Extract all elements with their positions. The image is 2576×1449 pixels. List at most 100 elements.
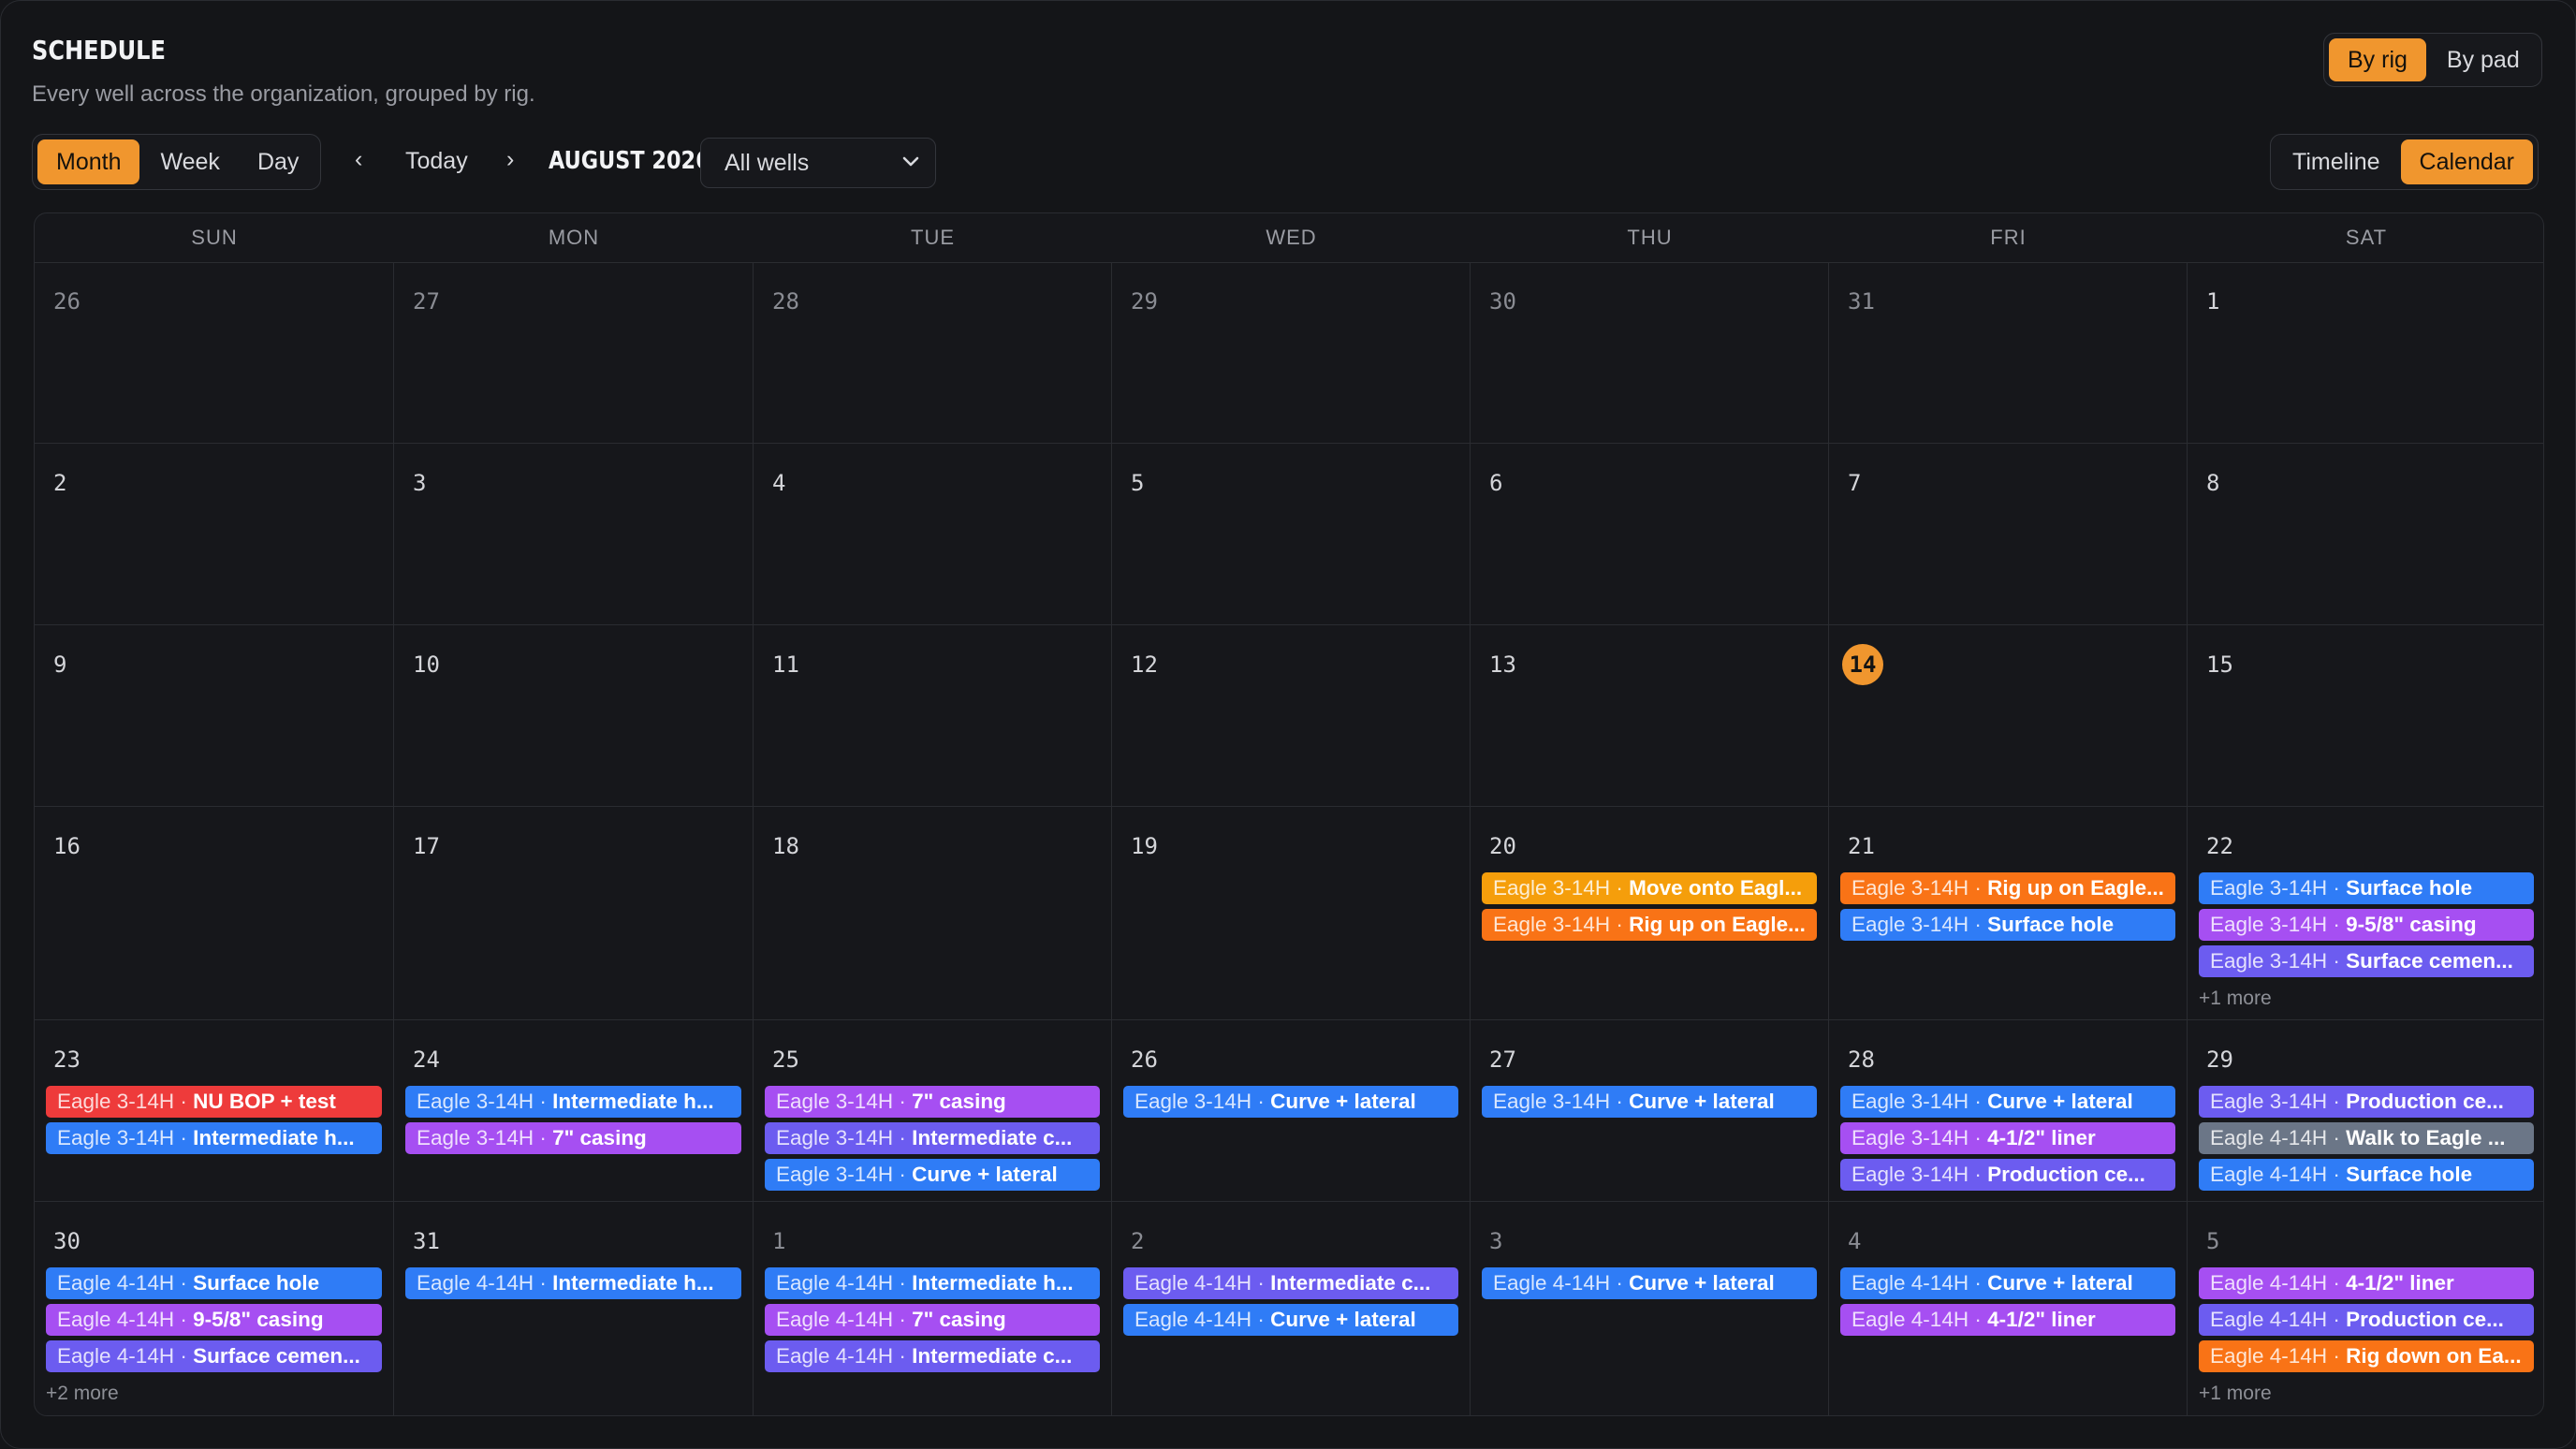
event-chip[interactable]: Eagle 4-14H · Surface hole <box>2199 1159 2534 1191</box>
day-cell[interactable]: 23 Eagle 3-14H · NU BOP + test Eagle 3-14H… <box>35 1020 394 1202</box>
event-chip[interactable]: Eagle 4-14H · Intermediate c... <box>765 1340 1100 1372</box>
day-cell[interactable]: 10 <box>394 625 754 807</box>
event-chip[interactable]: Eagle 3-14H · Rig up on Eagle... <box>1482 909 1817 941</box>
day-cell[interactable]: 24 Eagle 3-14H · Intermediate h... Eagle 3… <box>394 1020 754 1202</box>
day-cell[interactable]: 15 <box>2188 625 2543 807</box>
event-chip[interactable]: Eagle 3-14H · Move onto Eagl... <box>1482 872 1817 904</box>
event-chip[interactable]: Eagle 4-14H · Surface hole <box>46 1267 382 1299</box>
day-cell[interactable]: 28 <box>754 262 1112 444</box>
week-view-button[interactable]: Week <box>143 139 236 184</box>
day-number: 6 <box>1489 470 1503 496</box>
more-events-link[interactable]: +1 more <box>2199 988 2272 1010</box>
event-chip[interactable]: Eagle 3-14H · Intermediate c... <box>765 1122 1100 1154</box>
event-task-name: Intermediate h... <box>193 1126 355 1149</box>
event-chip[interactable]: Eagle 4-14H · 7" casing <box>765 1304 1100 1336</box>
day-cell[interactable]: 29 <box>1112 262 1471 444</box>
day-cell[interactable]: 5 Eagle 4-14H · 4-1/2" liner Eagle 4-14H ·… <box>2188 1202 2543 1415</box>
day-cell[interactable]: 16 <box>35 807 394 1020</box>
event-chip[interactable]: Eagle 4-14H · 9-5/8" casing <box>46 1304 382 1336</box>
day-cell[interactable]: 7 <box>1829 444 2188 625</box>
event-well-name: Eagle 4-14H <box>2210 1344 2328 1368</box>
more-events-link[interactable]: +1 more <box>2199 1383 2272 1405</box>
day-cell[interactable]: 1 Eagle 4-14H · Intermediate h... Eagle 4-… <box>754 1202 1112 1415</box>
day-cell[interactable]: 22 Eagle 3-14H · Surface hole Eagle 3-14H … <box>2188 807 2543 1020</box>
event-chip[interactable]: Eagle 4-14H · Curve + lateral <box>1840 1267 2175 1299</box>
event-chip[interactable]: Eagle 3-14H · 4-1/2" liner <box>1840 1122 2175 1154</box>
event-chip[interactable]: Eagle 3-14H · Curve + lateral <box>1123 1086 1458 1118</box>
day-view-button[interactable]: Day <box>241 139 315 184</box>
day-cell[interactable]: 4 <box>754 444 1112 625</box>
day-cell[interactable]: 25 Eagle 3-14H · 7" casing Eagle 3-14H · I… <box>754 1020 1112 1202</box>
day-cell[interactable]: 28 Eagle 3-14H · Curve + lateral Eagle 3-1… <box>1829 1020 2188 1202</box>
day-number: 9 <box>53 651 67 678</box>
event-chip[interactable]: Eagle 3-14H · 9-5/8" casing <box>2199 909 2534 941</box>
day-cell[interactable]: 5 <box>1112 444 1471 625</box>
day-cell[interactable]: 6 <box>1471 444 1829 625</box>
day-cell[interactable]: 11 <box>754 625 1112 807</box>
day-cell[interactable]: 3 Eagle 4-14H · Curve + lateral <box>1471 1202 1829 1415</box>
event-chip[interactable]: Eagle 4-14H · Intermediate h... <box>405 1267 741 1299</box>
event-chip[interactable]: Eagle 4-14H · Curve + lateral <box>1482 1267 1817 1299</box>
event-chip[interactable]: Eagle 4-14H · 4-1/2" liner <box>1840 1304 2175 1336</box>
event-separator: · <box>1251 1308 1271 1331</box>
day-cell[interactable]: 14 <box>1829 625 2188 807</box>
event-chip[interactable]: Eagle 3-14H · NU BOP + test <box>46 1086 382 1118</box>
event-chip[interactable]: Eagle 3-14H · Curve + lateral <box>765 1159 1100 1191</box>
day-cell[interactable]: 4 Eagle 4-14H · Curve + lateral Eagle 4-14… <box>1829 1202 2188 1415</box>
more-events-link[interactable]: +2 more <box>46 1383 119 1405</box>
by-pad-button[interactable]: By pad <box>2430 38 2537 81</box>
timeline-mode-button[interactable]: Timeline <box>2276 139 2397 184</box>
day-cell[interactable]: 9 <box>35 625 394 807</box>
day-cell[interactable]: 30 Eagle 4-14H · Surface hole Eagle 4-14H … <box>35 1202 394 1415</box>
day-cell[interactable]: 31 <box>1829 262 2188 444</box>
event-chip[interactable]: Eagle 3-14H · Curve + lateral <box>1482 1086 1817 1118</box>
event-chip[interactable]: Eagle 3-14H · Production ce... <box>1840 1159 2175 1191</box>
day-cell[interactable]: 21 Eagle 3-14H · Rig up on Eagle... Eagle … <box>1829 807 2188 1020</box>
event-chip[interactable]: Eagle 3-14H · Surface hole <box>2199 872 2534 904</box>
calendar-mode-button[interactable]: Calendar <box>2400 139 2533 184</box>
by-rig-button[interactable]: By rig <box>2329 38 2426 81</box>
day-cell[interactable]: 3 <box>394 444 754 625</box>
today-button[interactable]: Today <box>405 148 468 175</box>
next-month-button[interactable]: › <box>506 146 514 173</box>
day-cell[interactable]: 27 <box>394 262 754 444</box>
event-chip[interactable]: Eagle 3-14H · 7" casing <box>765 1086 1100 1118</box>
event-chip[interactable]: Eagle 3-14H · 7" casing <box>405 1122 741 1154</box>
event-chip[interactable]: Eagle 3-14H · Intermediate h... <box>405 1086 741 1118</box>
event-chip[interactable]: Eagle 4-14H · 4-1/2" liner <box>2199 1267 2534 1299</box>
day-cell[interactable]: 19 <box>1112 807 1471 1020</box>
day-cell[interactable]: 26 Eagle 3-14H · Curve + lateral <box>1112 1020 1471 1202</box>
event-chip[interactable]: Eagle 3-14H · Surface cemen... <box>2199 945 2534 977</box>
event-chip[interactable]: Eagle 3-14H · Surface hole <box>1840 909 2175 941</box>
day-cell[interactable]: 8 <box>2188 444 2543 625</box>
day-cell[interactable]: 1 <box>2188 262 2543 444</box>
event-chip[interactable]: Eagle 4-14H · Rig down on Ea... <box>2199 1340 2534 1372</box>
event-chip[interactable]: Eagle 3-14H · Curve + lateral <box>1840 1086 2175 1118</box>
event-chip[interactable]: Eagle 4-14H · Walk to Eagle ... <box>2199 1122 2534 1154</box>
day-cell[interactable]: 27 Eagle 3-14H · Curve + lateral <box>1471 1020 1829 1202</box>
month-view-button[interactable]: Month <box>37 139 140 184</box>
day-cell[interactable]: 26 <box>35 262 394 444</box>
day-cell[interactable]: 13 <box>1471 625 1829 807</box>
event-chip[interactable]: Eagle 3-14H · Production ce... <box>2199 1086 2534 1118</box>
day-cell[interactable]: 31 Eagle 4-14H · Intermediate h... <box>394 1202 754 1415</box>
event-chip[interactable]: Eagle 3-14H · Rig up on Eagle... <box>1840 872 2175 904</box>
event-chip[interactable]: Eagle 4-14H · Curve + lateral <box>1123 1304 1458 1336</box>
event-chip[interactable]: Eagle 4-14H · Intermediate h... <box>765 1267 1100 1299</box>
day-cell[interactable]: 2 <box>35 444 394 625</box>
day-cell[interactable]: 18 <box>754 807 1112 1020</box>
day-cell[interactable]: 30 <box>1471 262 1829 444</box>
event-well-name: Eagle 3-14H <box>776 1163 894 1186</box>
day-cell[interactable]: 17 <box>394 807 754 1020</box>
day-cell[interactable]: 12 <box>1112 625 1471 807</box>
event-chip[interactable]: Eagle 4-14H · Surface cemen... <box>46 1340 382 1372</box>
event-chip[interactable]: Eagle 4-14H · Production ce... <box>2199 1304 2534 1336</box>
event-chip[interactable]: Eagle 4-14H · Intermediate c... <box>1123 1267 1458 1299</box>
event-chip[interactable]: Eagle 3-14H · Intermediate h... <box>46 1122 382 1154</box>
well-filter-select[interactable]: All wells <box>700 138 936 188</box>
day-cell[interactable]: 29 Eagle 3-14H · Production ce... Eagle 4-… <box>2188 1020 2543 1202</box>
prev-month-button[interactable]: ‹ <box>355 146 362 173</box>
event-task-name: Rig down on Ea... <box>2346 1344 2522 1368</box>
day-cell[interactable]: 2 Eagle 4-14H · Intermediate c... Eagle 4-… <box>1112 1202 1471 1415</box>
day-cell[interactable]: 20 Eagle 3-14H · Move onto Eagl... Eagle 3… <box>1471 807 1829 1020</box>
